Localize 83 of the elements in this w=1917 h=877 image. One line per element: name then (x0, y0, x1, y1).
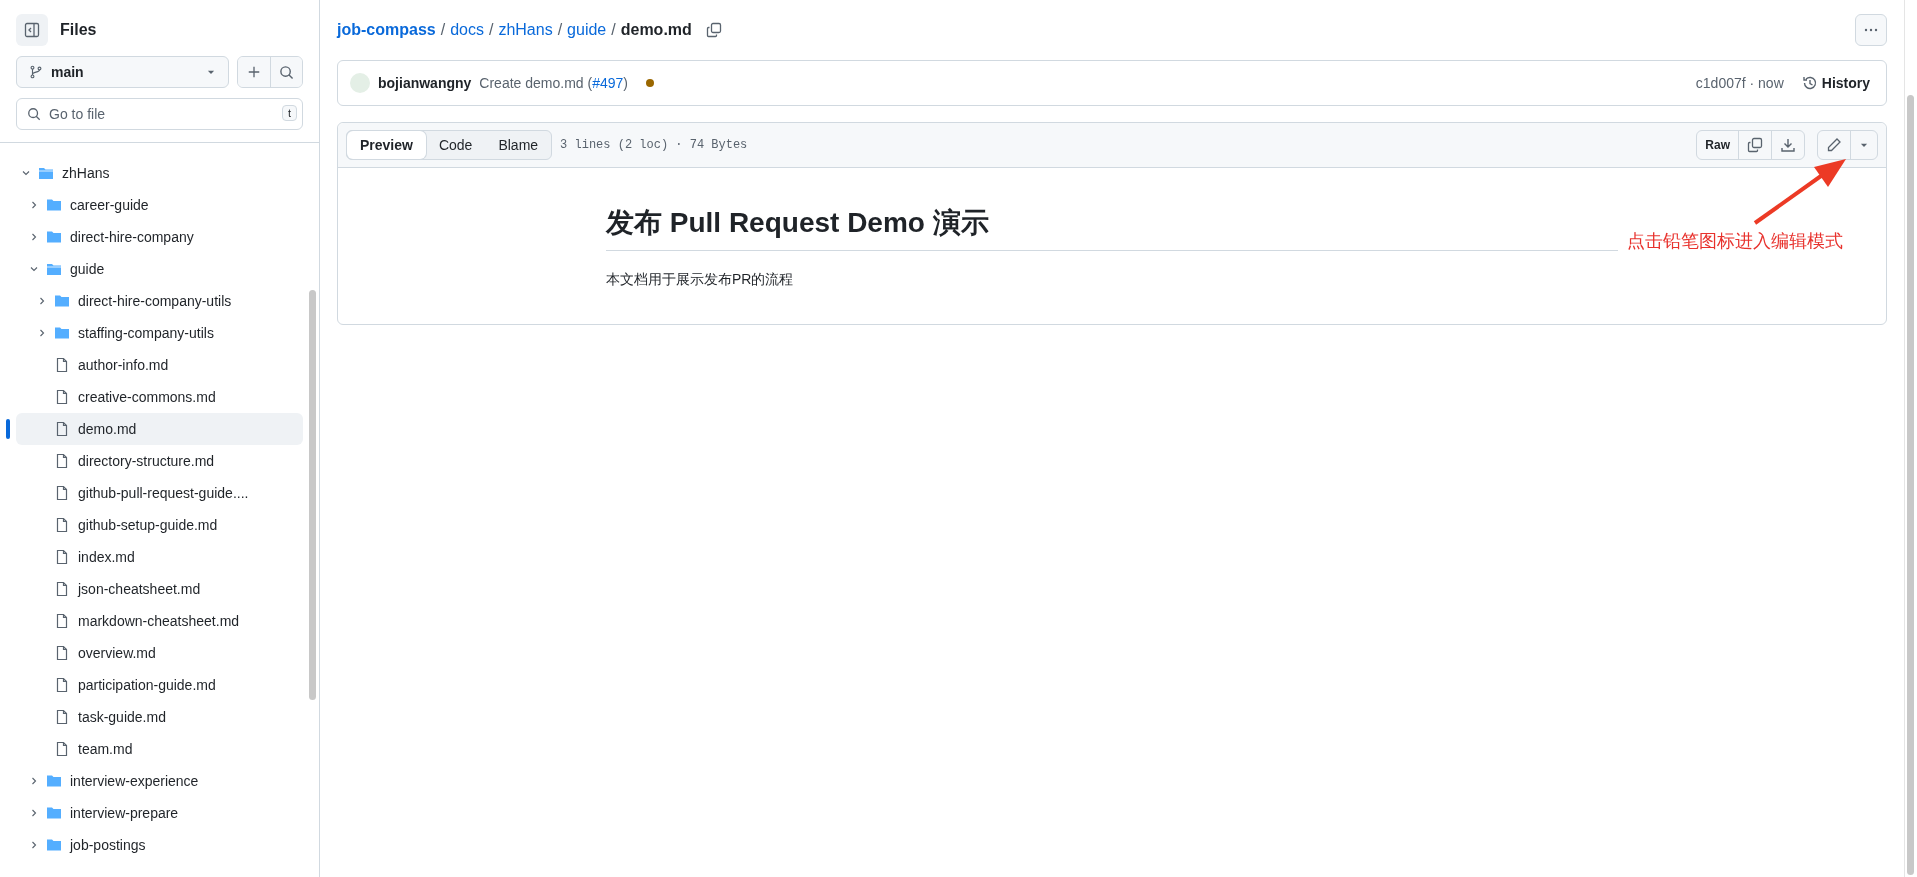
search-icon (27, 107, 41, 121)
folder-icon (46, 229, 62, 245)
selection-indicator (6, 419, 10, 439)
file-icon (54, 357, 70, 373)
document-paragraph: 本文档用于展示发布PR的流程 (606, 271, 795, 289)
folder-icon (38, 165, 54, 181)
folder-icon (54, 325, 70, 341)
document-heading: 发布 Pull Request Demo 演示 (606, 204, 1618, 251)
commit-message: Create demo.md (#497) (479, 75, 628, 91)
scrollbar-thumb[interactable] (1907, 95, 1914, 875)
path-separator: / (557, 21, 563, 39)
file-item[interactable]: github-pull-request-guide.... (16, 477, 303, 509)
folder-icon (46, 805, 62, 821)
file-icon (54, 485, 70, 501)
folder-item[interactable]: career-guide (16, 189, 303, 221)
file-icon (54, 677, 70, 693)
sidebar-panel-icon (24, 22, 40, 38)
folder-item[interactable]: guide (16, 253, 303, 285)
folder-icon (46, 837, 62, 853)
file-icon (54, 421, 70, 437)
folder-icon (54, 293, 70, 309)
folder-icon (46, 261, 62, 277)
file-item[interactable]: json-cheatsheet.md (16, 573, 303, 605)
branch-icon (29, 65, 43, 79)
download-icon (1780, 137, 1796, 153)
breadcrumb-current-file: demo.md (620, 21, 692, 39)
file-item[interactable]: participation-guide.md (16, 669, 303, 701)
file-item[interactable]: directory-structure.md (16, 445, 303, 477)
sidebar-title: Files (60, 21, 97, 39)
folder-item[interactable]: interview-experience (16, 765, 303, 797)
folder-item[interactable]: staffing-company-utils (16, 317, 303, 349)
view-tab[interactable]: Preview (347, 131, 426, 159)
sidebar-toggle-button[interactable] (16, 14, 48, 46)
commit-sha[interactable]: c1d007f · now (1695, 75, 1784, 91)
path-separator: / (488, 21, 494, 39)
path-separator: / (440, 21, 446, 39)
view-tab[interactable]: Code (425, 131, 486, 159)
breadcrumb-link[interactable]: zhHans (498, 21, 553, 39)
folder-icon (46, 773, 62, 789)
file-icon (54, 453, 70, 469)
file-icon (54, 645, 70, 661)
plus-icon (247, 65, 261, 79)
path-separator: / (611, 21, 616, 39)
search-icon (279, 64, 294, 80)
folder-item[interactable]: interview-prepare (16, 797, 303, 829)
file-icon (54, 517, 70, 533)
avatar (350, 73, 370, 93)
file-icon (54, 389, 70, 405)
file-icon (54, 741, 70, 757)
pull-request-link[interactable]: #497 (592, 75, 624, 91)
file-item[interactable]: github-setup-guide.md (16, 509, 303, 541)
history-button[interactable]: History (1801, 75, 1870, 91)
file-item[interactable]: overview.md (16, 637, 303, 669)
breadcrumb-link[interactable]: job-compass (337, 21, 436, 39)
branch-selector[interactable]: main (16, 56, 229, 88)
file-icon (54, 613, 70, 629)
file-icon (54, 581, 70, 597)
search-button[interactable] (270, 57, 302, 87)
view-tab[interactable]: Blame (485, 131, 552, 159)
folder-item[interactable]: job-postings (16, 829, 303, 861)
copy-icon[interactable] (705, 22, 722, 38)
folder-item[interactable]: direct-hire-company-utils (16, 285, 303, 317)
scrollbar-thumb[interactable] (309, 290, 316, 700)
file-item[interactable]: author-info.md (16, 349, 303, 381)
breadcrumb-link[interactable]: docs (450, 21, 484, 39)
file-icon (54, 549, 70, 565)
annotation-text: 点击铅笔图标进入编辑模式 (1627, 230, 1843, 253)
file-item[interactable]: markdown-cheatsheet.md (16, 605, 303, 637)
file-item[interactable]: creative-commons.md (16, 381, 303, 413)
breadcrumb-link[interactable]: guide (567, 21, 607, 39)
folder-icon (46, 197, 62, 213)
file-item[interactable]: index.md (16, 541, 303, 573)
copy-icon (1747, 137, 1763, 153)
file-item[interactable]: task-guide.md (16, 701, 303, 733)
status-dot[interactable] (646, 79, 654, 87)
folder-item[interactable]: zhHans (16, 157, 303, 189)
folder-item[interactable]: direct-hire-company (16, 221, 303, 253)
clock-icon (1801, 75, 1818, 91)
file-info: 3 lines (2 loc) · 74 Bytes (560, 138, 748, 152)
file-item[interactable]: team.md (16, 733, 303, 765)
pencil-icon (1826, 137, 1842, 153)
file-icon (54, 709, 70, 725)
commit-author[interactable]: bojianwangny (378, 75, 472, 91)
